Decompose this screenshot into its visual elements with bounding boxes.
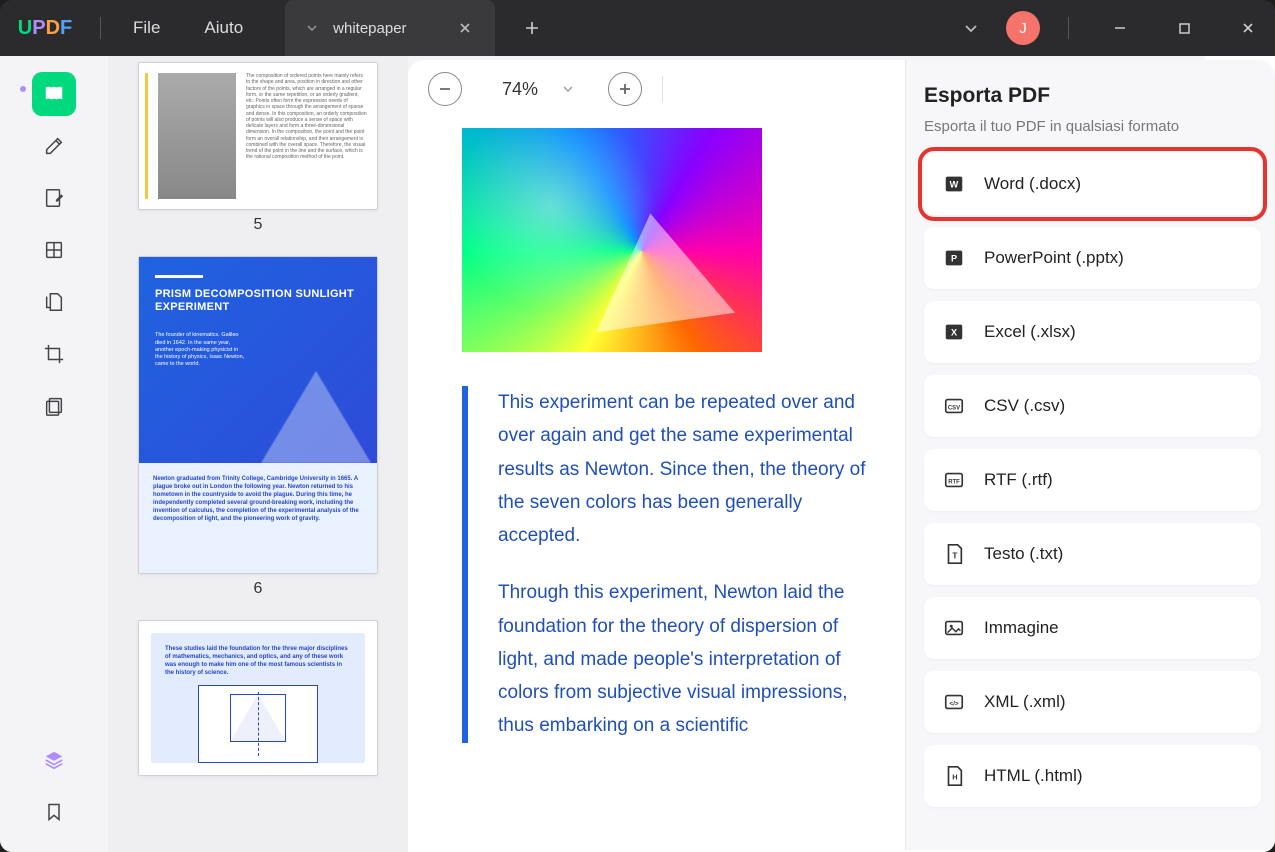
export-option-excel[interactable]: X Excel (.xlsx) xyxy=(924,301,1261,363)
logo-letter: F xyxy=(60,17,72,40)
thumbnail-page-5[interactable]: The composition of ordered points here m… xyxy=(138,62,378,244)
thumb-title: PRISM DECOMPOSITION SUNLIGHT EXPERIMENT xyxy=(155,288,361,314)
svg-text:P: P xyxy=(951,254,957,264)
export-option-label: HTML (.html) xyxy=(984,766,1083,786)
tool-crop[interactable] xyxy=(32,332,76,376)
export-option-text[interactable]: T Testo (.txt) xyxy=(924,523,1261,585)
export-title: Esporta PDF xyxy=(924,84,1261,108)
powerpoint-icon: P xyxy=(942,246,966,270)
logo-letter: D xyxy=(46,17,60,40)
tab-dropdown-icon[interactable] xyxy=(305,21,319,35)
tab-title: whitepaper xyxy=(333,20,455,37)
new-tab-button[interactable] xyxy=(515,11,549,45)
app-body: The composition of ordered points here m… xyxy=(0,56,1275,852)
left-toolbar xyxy=(0,56,108,852)
csv-icon: CSV xyxy=(942,394,966,418)
export-subtitle: Esporta il tuo PDF in qualsiasi formato xyxy=(924,118,1261,135)
menu-file[interactable]: File xyxy=(111,18,182,38)
export-option-label: RTF (.rtf) xyxy=(984,470,1053,490)
titlebar: U P D F File Aiuto whitepaper J xyxy=(0,0,1275,56)
export-option-csv[interactable]: CSV CSV (.csv) xyxy=(924,375,1261,437)
export-option-rtf[interactable]: RTF RTF (.rtf) xyxy=(924,449,1261,511)
export-option-html[interactable]: H HTML (.html) xyxy=(924,745,1261,807)
svg-text:</>: </> xyxy=(949,701,959,708)
menu-help[interactable]: Aiuto xyxy=(182,18,265,38)
export-option-xml[interactable]: </> XML (.xml) xyxy=(924,671,1261,733)
indicator-dot xyxy=(20,86,26,92)
export-option-image[interactable]: Immagine xyxy=(924,597,1261,659)
thumbnail-number: 5 xyxy=(138,210,378,244)
thumb-subtitle: The founder of kinematics. Galileo died … xyxy=(155,332,245,368)
document-tab[interactable]: whitepaper xyxy=(285,0,495,56)
tool-batch[interactable] xyxy=(32,384,76,428)
zoom-value[interactable]: 74% xyxy=(502,79,538,100)
tab-close-button[interactable] xyxy=(455,18,475,38)
logo-letter: P xyxy=(32,17,45,40)
svg-text:RTF: RTF xyxy=(948,480,960,486)
svg-text:T: T xyxy=(952,552,957,561)
excel-icon: X xyxy=(942,320,966,344)
tool-reader[interactable] xyxy=(32,72,76,116)
avatar-initial: J xyxy=(1019,20,1027,37)
zoom-dropdown-icon[interactable] xyxy=(562,83,574,95)
thumbnail-page-7[interactable]: These studies laid the foundation for th… xyxy=(138,620,378,776)
document-paragraph: Through this experiment, Newton laid the… xyxy=(498,576,882,742)
svg-text:X: X xyxy=(951,328,958,338)
svg-text:H: H xyxy=(952,773,957,782)
text-icon: T xyxy=(942,542,966,566)
divider xyxy=(1068,17,1069,39)
export-option-label: Excel (.xlsx) xyxy=(984,322,1076,342)
window-close-button[interactable] xyxy=(1225,8,1271,48)
document-paragraph: This experiment can be repeated over and… xyxy=(498,386,882,552)
export-option-label: Word (.docx) xyxy=(984,174,1081,194)
tool-pages[interactable] xyxy=(32,228,76,272)
export-option-label: PowerPoint (.pptx) xyxy=(984,248,1124,268)
window-maximize-button[interactable] xyxy=(1161,8,1207,48)
tool-bookmark[interactable] xyxy=(32,790,76,834)
user-avatar[interactable]: J xyxy=(1006,11,1040,45)
export-option-label: Testo (.txt) xyxy=(984,544,1063,564)
divider xyxy=(100,17,101,39)
export-option-word[interactable]: W Word (.docx) xyxy=(924,153,1261,215)
thumbnails-panel[interactable]: The composition of ordered points here m… xyxy=(108,56,408,852)
tool-highlight[interactable] xyxy=(32,124,76,168)
zoom-out-button[interactable] xyxy=(428,72,462,106)
export-option-label: Immagine xyxy=(984,618,1059,638)
svg-text:CSV: CSV xyxy=(948,406,960,412)
rtf-icon: RTF xyxy=(942,468,966,492)
app-logo: U P D F xyxy=(0,17,90,40)
export-option-label: CSV (.csv) xyxy=(984,396,1065,416)
tool-edit[interactable] xyxy=(32,176,76,220)
xml-icon: </> xyxy=(942,690,966,714)
tool-compress[interactable] xyxy=(32,280,76,324)
thumbnail-page-6[interactable]: PRISM DECOMPOSITION SUNLIGHT EXPERIMENT … xyxy=(138,256,378,608)
window-minimize-button[interactable] xyxy=(1097,8,1143,48)
thumb-body: These studies laid the foundation for th… xyxy=(165,645,351,677)
document-image xyxy=(462,128,762,352)
document-quote: This experiment can be repeated over and… xyxy=(462,386,882,743)
thumb-body: Newton graduated from Trinity College, C… xyxy=(139,463,377,573)
image-icon xyxy=(942,616,966,640)
export-option-label: XML (.xml) xyxy=(984,692,1066,712)
title-dropdown-icon[interactable] xyxy=(954,11,988,45)
word-icon: W xyxy=(942,172,966,196)
logo-letter: U xyxy=(18,17,32,40)
tool-layers[interactable] xyxy=(32,738,76,782)
export-panel: Esporta PDF Esporta il tuo PDF in qualsi… xyxy=(905,60,1275,850)
svg-text:W: W xyxy=(950,180,959,190)
html-icon: H xyxy=(942,764,966,788)
export-option-powerpoint[interactable]: P PowerPoint (.pptx) xyxy=(924,227,1261,289)
zoom-in-button[interactable] xyxy=(608,72,642,106)
thumbnail-number: 6 xyxy=(138,574,378,608)
